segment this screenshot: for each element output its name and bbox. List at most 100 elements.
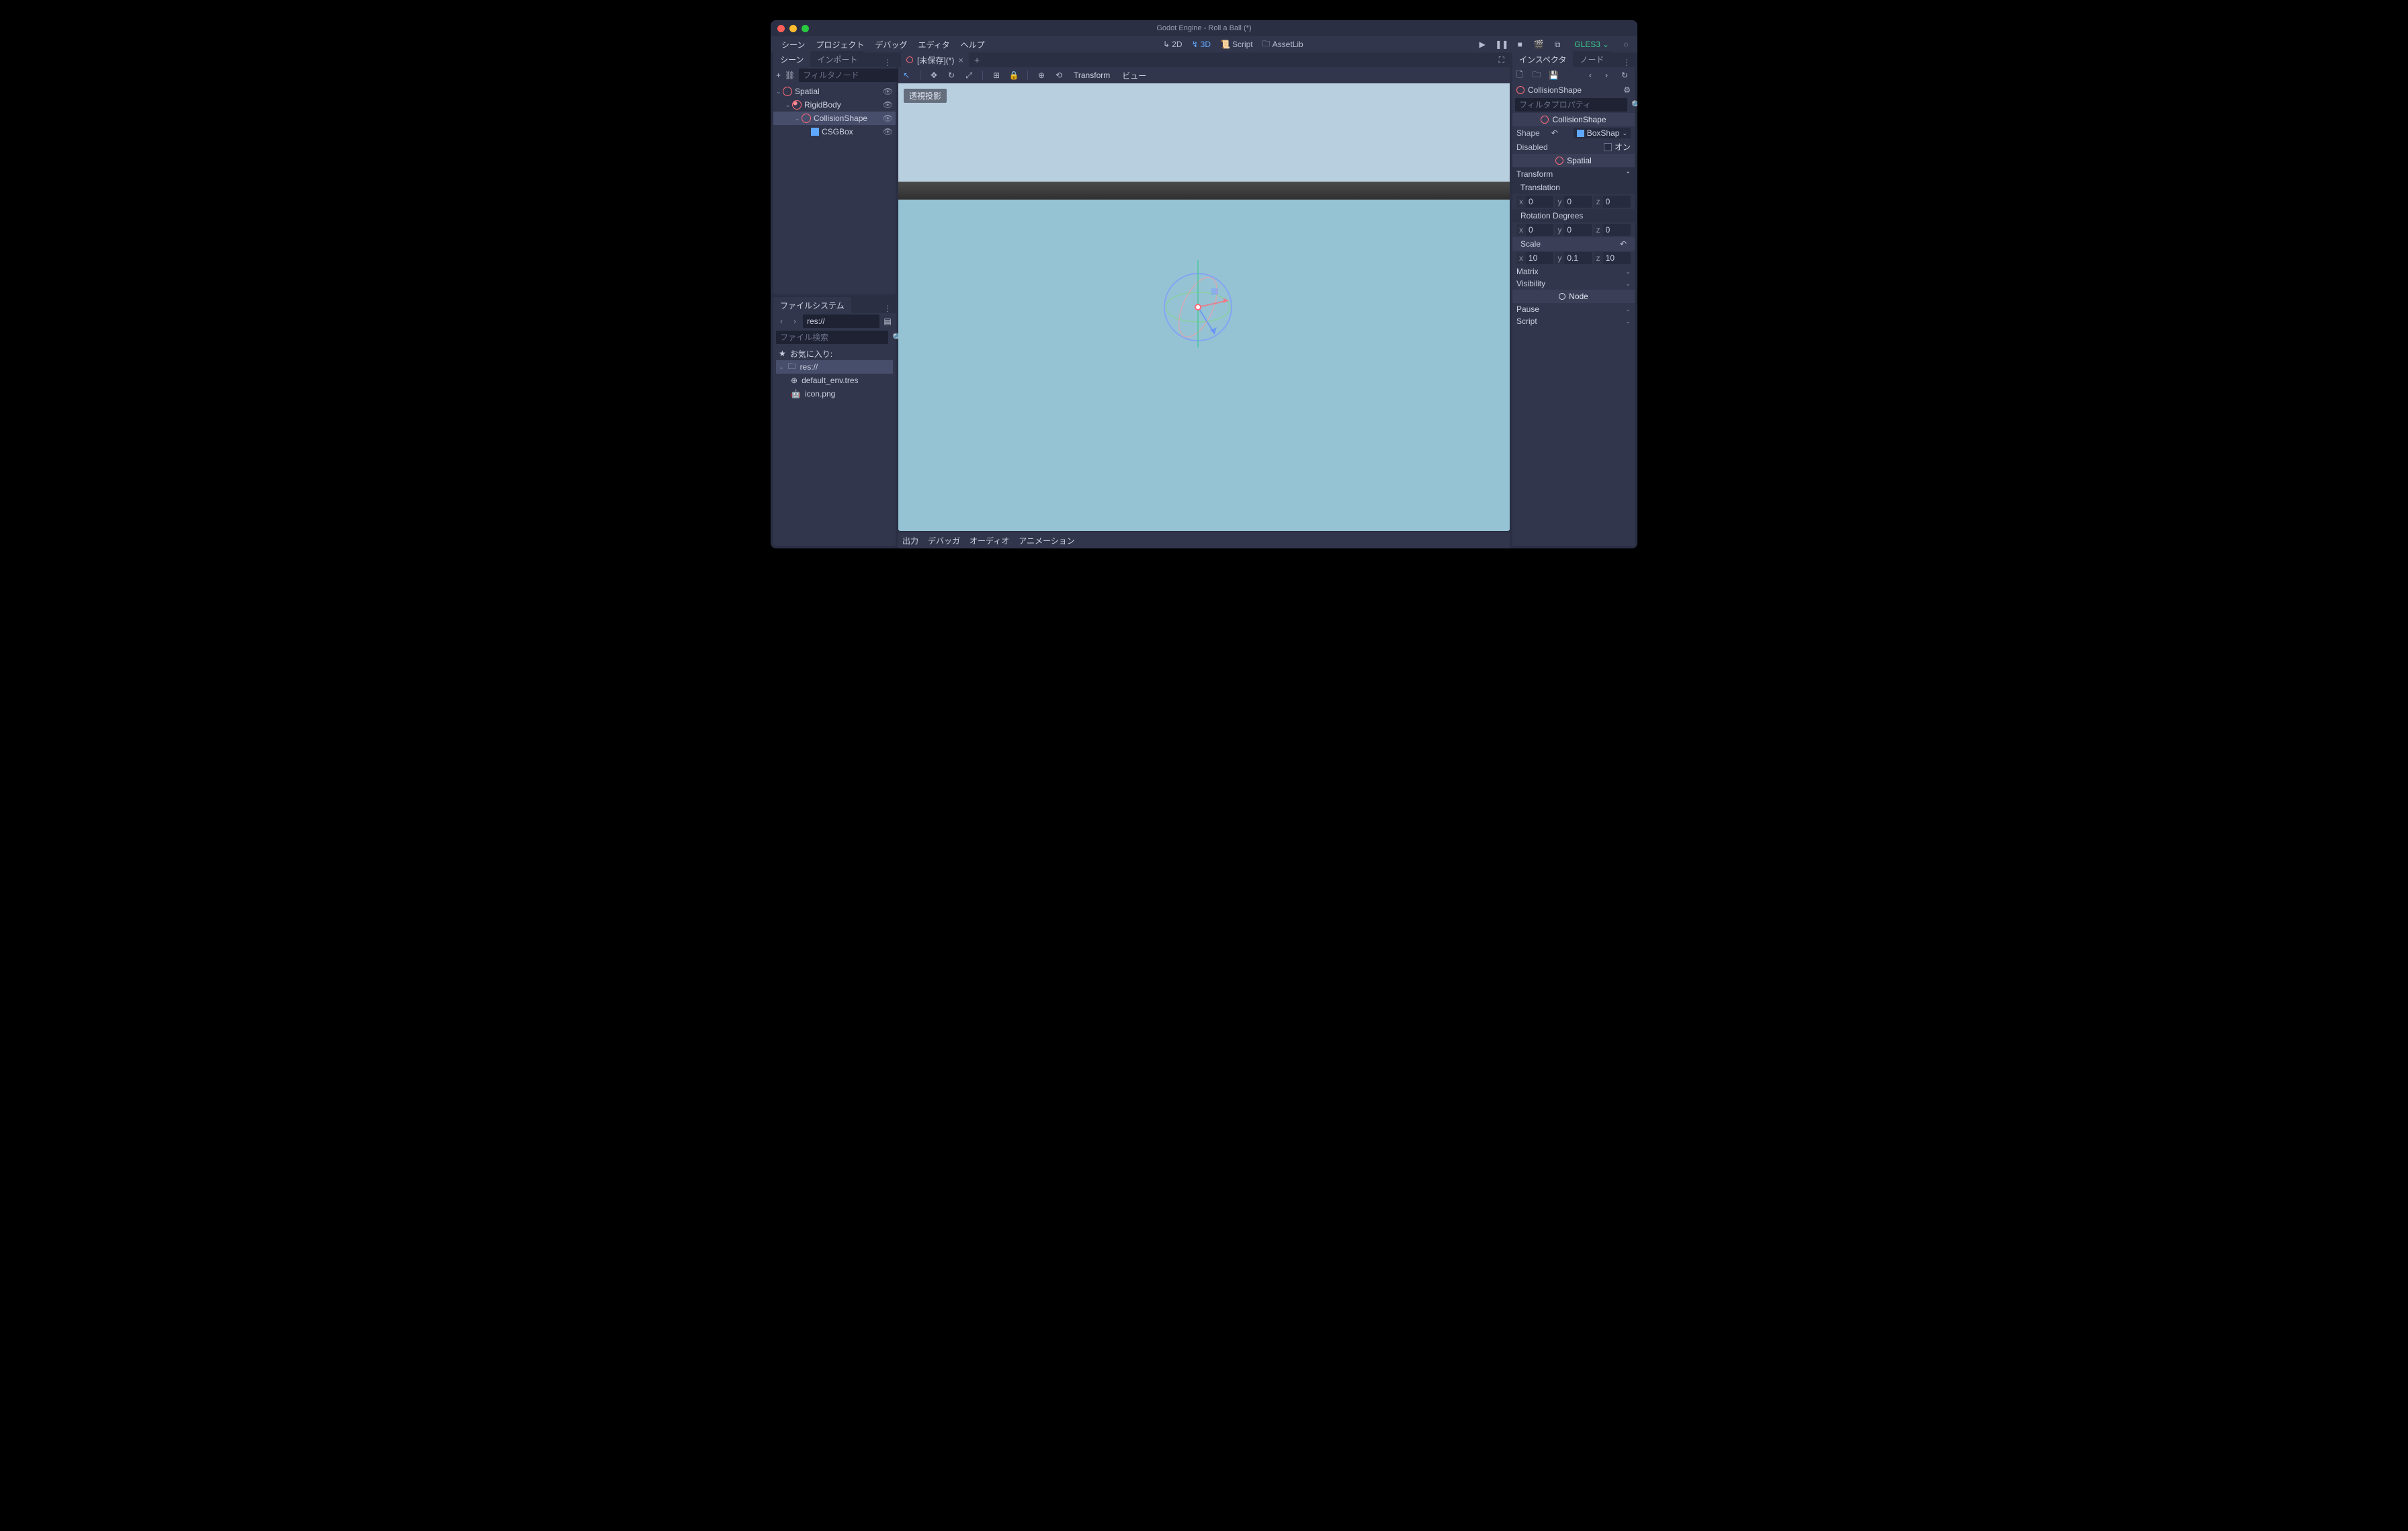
- tab-import[interactable]: インポート: [810, 51, 864, 67]
- visibility-toggle[interactable]: 👁: [883, 87, 893, 96]
- filter-properties-input[interactable]: [1515, 98, 1627, 112]
- load-resource-button[interactable]: 🗀: [1533, 69, 1542, 83]
- section-node[interactable]: Node: [1512, 290, 1635, 303]
- play-custom-scene-button[interactable]: ⧉: [1551, 40, 1563, 50]
- file-search-input[interactable]: [776, 331, 888, 344]
- search-icon[interactable]: 🔍: [1631, 99, 1637, 110]
- section-collisionshape[interactable]: CollisionShape: [1512, 113, 1635, 126]
- rotation-y-input[interactable]: [1564, 225, 1592, 235]
- prop-pause[interactable]: Pause⌄: [1512, 303, 1635, 315]
- tab-inspector[interactable]: インスペクタ: [1512, 51, 1573, 67]
- mode-2d[interactable]: ↳2D: [1163, 40, 1182, 49]
- new-resource-button[interactable]: 🗋: [1516, 69, 1526, 83]
- prop-script[interactable]: Script⌄: [1512, 315, 1635, 327]
- history-button[interactable]: ↻: [1621, 71, 1631, 80]
- collapse-icon[interactable]: ⌄: [795, 115, 802, 122]
- save-resource-button[interactable]: 💾: [1549, 71, 1558, 80]
- snap-tool[interactable]: ⊞: [991, 70, 1002, 81]
- move-tool[interactable]: ✥: [929, 70, 939, 81]
- close-window-icon[interactable]: [777, 25, 785, 32]
- filter-nodes-input[interactable]: [799, 69, 911, 82]
- maximize-window-icon[interactable]: [802, 25, 809, 32]
- favorites-row[interactable]: ★お気に入り:: [776, 347, 893, 360]
- visibility-toggle[interactable]: 👁: [883, 127, 893, 136]
- view-menu[interactable]: ビュー: [1119, 70, 1149, 81]
- menu-project[interactable]: プロジェクト: [810, 39, 869, 50]
- subsection-transform[interactable]: Transform⌃: [1512, 167, 1635, 181]
- prop-visibility[interactable]: Visibility⌄: [1512, 278, 1635, 290]
- folder-res[interactable]: ⌄🗀res://: [776, 360, 893, 374]
- select-tool[interactable]: ↖: [901, 70, 912, 81]
- filesystem-panel-menu[interactable]: ⋮: [879, 304, 896, 313]
- file-icon-png[interactable]: 🤖icon.png: [776, 387, 893, 401]
- renderer-select[interactable]: GLES3⌄: [1570, 40, 1613, 49]
- add-scene-tab-button[interactable]: +: [974, 54, 980, 65]
- tab-node[interactable]: ノード: [1573, 51, 1610, 67]
- path-field[interactable]: res://: [803, 315, 879, 328]
- scene-tab-unsaved[interactable]: [未保存](*) ×: [901, 52, 969, 68]
- view-mode-button[interactable]: ▤: [882, 317, 893, 326]
- scale-tool[interactable]: ⤢: [963, 70, 974, 81]
- collapse-icon[interactable]: ⌄: [779, 364, 784, 371]
- 3d-viewport[interactable]: 透視投影: [898, 83, 1510, 531]
- menu-scene[interactable]: シーン: [776, 39, 810, 50]
- history-back-button[interactable]: ‹: [1589, 71, 1598, 80]
- menu-editor[interactable]: エディタ: [912, 39, 955, 50]
- tab-scene[interactable]: シーン: [773, 51, 810, 67]
- scale-y-input[interactable]: [1564, 253, 1592, 263]
- close-tab-button[interactable]: ×: [958, 55, 963, 65]
- object-settings-button[interactable]: ⚙: [1623, 85, 1631, 95]
- group-tool[interactable]: ⊕: [1036, 70, 1047, 81]
- tree-node-spatial[interactable]: ⌄ Spatial 👁: [773, 85, 896, 98]
- rotate-tool[interactable]: ↻: [946, 70, 957, 81]
- add-node-button[interactable]: +: [776, 70, 781, 81]
- tab-animation[interactable]: アニメーション: [1019, 535, 1075, 546]
- tree-node-rigidbody[interactable]: ⌄ RigidBody 👁: [773, 98, 896, 112]
- translation-z-input[interactable]: [1603, 197, 1631, 206]
- collapse-icon[interactable]: ⌄: [776, 88, 783, 95]
- inspector-panel-menu[interactable]: ⋮: [1619, 58, 1635, 67]
- menu-help[interactable]: ヘルプ: [955, 39, 990, 50]
- tree-node-csgbox[interactable]: CSGBox 👁: [773, 125, 896, 138]
- mode-3d[interactable]: ↯3D: [1192, 40, 1211, 49]
- visibility-toggle[interactable]: 👁: [883, 100, 893, 110]
- prop-matrix[interactable]: Matrix⌄: [1512, 265, 1635, 278]
- disabled-checkbox[interactable]: オン: [1604, 141, 1631, 153]
- transform-menu[interactable]: Transform: [1071, 71, 1113, 80]
- stop-button[interactable]: ■: [1514, 40, 1526, 49]
- inspected-object-name[interactable]: CollisionShape: [1528, 85, 1623, 95]
- instance-scene-button[interactable]: ⛓: [785, 70, 795, 81]
- play-scene-button[interactable]: 🎬: [1533, 40, 1545, 49]
- tab-filesystem[interactable]: ファイルシステム: [773, 297, 851, 313]
- lock-tool[interactable]: 🔒: [1008, 70, 1019, 81]
- projection-badge[interactable]: 透視投影: [904, 89, 947, 103]
- translation-y-input[interactable]: [1564, 197, 1592, 206]
- minimize-window-icon[interactable]: [789, 25, 797, 32]
- menu-debug[interactable]: デバッグ: [869, 39, 912, 50]
- mode-assetlib[interactable]: 🗀AssetLib: [1262, 38, 1303, 52]
- rotation-x-input[interactable]: [1526, 225, 1553, 235]
- nav-forward-button[interactable]: ›: [789, 317, 800, 326]
- transform-gizmo[interactable]: [1151, 260, 1245, 354]
- tab-audio[interactable]: オーディオ: [970, 535, 1009, 546]
- tab-debugger[interactable]: デバッガ: [928, 535, 960, 546]
- translation-x-input[interactable]: [1526, 197, 1553, 206]
- scale-z-input[interactable]: [1603, 253, 1631, 263]
- shape-dropdown[interactable]: BoxShap ⌄: [1574, 128, 1631, 138]
- history-forward-button[interactable]: ›: [1605, 71, 1615, 80]
- tree-node-collisionshape[interactable]: ⌄ CollisionShape 👁: [773, 112, 896, 125]
- collapse-icon[interactable]: ⌄: [785, 101, 792, 109]
- scale-x-input[interactable]: [1526, 253, 1553, 263]
- pause-button[interactable]: ❚❚: [1495, 40, 1507, 49]
- revert-button[interactable]: ↶: [1551, 128, 1558, 138]
- file-default-env[interactable]: ⊕default_env.tres: [776, 374, 893, 387]
- nav-back-button[interactable]: ‹: [776, 317, 787, 326]
- scene-panel-menu[interactable]: ⋮: [879, 58, 896, 67]
- tab-output[interactable]: 出力: [902, 535, 918, 546]
- play-button[interactable]: ▶: [1476, 40, 1488, 49]
- section-spatial[interactable]: Spatial: [1512, 154, 1635, 167]
- local-space-button[interactable]: ⟲: [1054, 70, 1064, 81]
- visibility-toggle[interactable]: 👁: [883, 114, 893, 123]
- rotation-z-input[interactable]: [1603, 225, 1631, 235]
- revert-button[interactable]: ↶: [1620, 239, 1627, 249]
